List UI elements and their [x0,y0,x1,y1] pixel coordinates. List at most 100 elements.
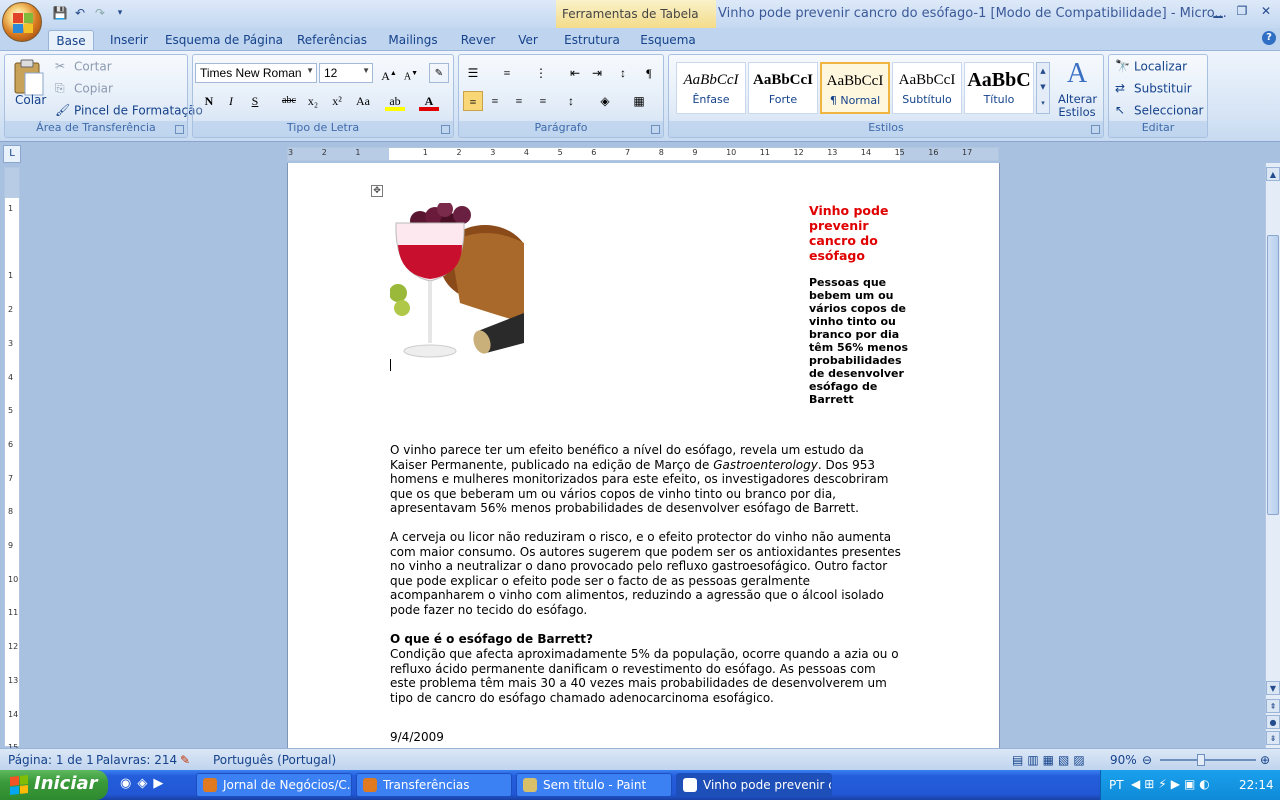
style-normal[interactable]: AaBbCcI ¶ Normal [820,62,890,114]
tray-icons[interactable]: ◀⊞⚡▶▣◐ [1131,777,1214,791]
zoom-slider-thumb[interactable] [1197,754,1205,766]
table-move-handle-icon[interactable]: ✥ [371,185,383,197]
close-button[interactable]: ✕ [1254,4,1278,22]
style-emphasis[interactable]: AaBbCcI Ênfase [676,62,746,114]
style-strong[interactable]: AaBbCcI Forte [748,62,818,114]
align-right-icon[interactable]: ≡ [509,91,529,111]
font-launcher-icon[interactable] [441,125,450,134]
tab-esquema-pagina[interactable]: Esquema de Página [164,30,284,50]
quick-launch-icons[interactable]: ◉◈▶ [120,776,169,791]
format-painter-button[interactable]: 🖌 Pincel de Formatação [55,103,203,119]
vertical-ruler[interactable]: 112345678910111213141516 [4,167,20,786]
styles-scroll[interactable]: ▲ ▼ ▾ [1036,62,1050,114]
align-left-icon[interactable]: ≡ [463,91,483,111]
replace-button[interactable]: ⇄ Substituir [1115,81,1192,97]
clear-format-icon[interactable]: ✎ [429,63,449,83]
style-preview: AaBbCcI [826,73,884,89]
select-button[interactable]: ↖ Seleccionar [1115,103,1203,119]
binoculars-icon: 🔭 [1115,59,1130,73]
bullets-icon[interactable]: ☰ [463,63,483,83]
strikethrough-button[interactable]: abc [279,91,299,111]
styles-launcher-icon[interactable] [1091,125,1100,134]
undo-icon[interactable]: ↶ [72,5,88,21]
bold-button[interactable]: N [199,91,219,111]
underline-button[interactable]: S [245,91,265,111]
zoom-level[interactable]: 90% [1110,753,1137,767]
customize-qat-icon[interactable]: ▾ [112,5,128,21]
zoom-slider[interactable] [1160,759,1256,761]
increase-indent-icon[interactable]: ⇥ [587,63,607,83]
change-styles-button[interactable]: Alterar Estilos [1058,93,1097,119]
horizontal-ruler[interactable]: 3 2 1 1 2 3 4 5 6 7 8 9 10 11 12 13 14 15 16 17 [287,147,999,161]
shrink-font-icon[interactable]: A▼ [401,63,421,83]
numbering-icon[interactable]: ≡ [497,63,517,83]
tab-esquema[interactable]: Esquema [636,30,700,50]
tab-rever[interactable]: Rever [454,30,502,50]
style-preview: AaBbCcI [683,72,739,88]
sort-icon[interactable]: ↕ [613,63,633,83]
zoom-in-icon[interactable]: ⊕ [1260,753,1270,767]
scroll-down-icon[interactable]: ▼ [1266,681,1280,695]
shading-icon[interactable]: ◈ [595,91,615,111]
restore-button[interactable]: ❐ [1230,4,1254,22]
paragraph-launcher-icon[interactable] [651,125,660,134]
find-button[interactable]: 🔭 Localizar [1115,59,1187,75]
format-painter-label: Pincel de Formatação [74,103,203,118]
tab-referencias[interactable]: Referências [292,30,372,50]
task-jornal[interactable]: Jornal de Negócios/C... [196,773,352,797]
font-group: Times New Roman ▼ 12 ▼ A▲ A▼ ✎ N I S abc x… [192,54,454,138]
vertical-scrollbar[interactable]: ▲ ▼ ⇞ ● ⇟ [1265,163,1280,748]
tab-inserir[interactable]: Inserir [104,30,154,50]
tab-selector[interactable]: L [3,145,21,163]
task-word[interactable]: Vinho pode prevenir c... [676,773,832,797]
change-case-button[interactable]: Aa [351,91,375,111]
decrease-indent-icon[interactable]: ⇤ [565,63,585,83]
style-title[interactable]: AaBbC Título [964,62,1034,114]
language-status[interactable]: Português (Portugal) [213,753,336,767]
next-page-icon[interactable]: ⇟ [1266,731,1280,745]
help-icon[interactable]: ? [1262,31,1276,45]
view-buttons-icon[interactable]: ▤▥▦▧▨ [1012,753,1089,767]
borders-icon[interactable]: ▦ [629,91,649,111]
document-page[interactable]: ✥ Vinho pode prevenir cancro do esófago … [287,163,1000,748]
tab-estrutura[interactable]: Estrutura [558,30,626,50]
clipboard-launcher-icon[interactable] [175,125,184,134]
page-count[interactable]: Página: 1 de 1 [8,753,94,767]
cut-button[interactable]: ✂ Cortar [55,59,112,75]
proofing-icon[interactable]: ✎ [180,753,190,767]
tab-base[interactable]: Base [48,30,94,50]
highlight-icon[interactable]: ab [385,91,405,111]
multilevel-list-icon[interactable]: ⋮ [531,63,551,83]
minimize-button[interactable]: ▁ [1206,4,1230,22]
task-transferencias[interactable]: Transferências [356,773,512,797]
show-marks-icon[interactable]: ¶ [639,63,659,83]
style-subtitle[interactable]: AaBbCcI Subtítulo [892,62,962,114]
task-paint[interactable]: Sem título - Paint [516,773,672,797]
font-size-combo[interactable]: 12 ▼ [319,63,373,83]
justify-icon[interactable]: ≡ [533,91,553,111]
subscript-button[interactable]: x₂ [303,91,323,111]
ruler-tick-label: 1 [8,271,14,281]
scroll-thumb[interactable] [1267,235,1279,515]
browse-object-icon[interactable]: ● [1266,715,1280,729]
superscript-button[interactable]: x² [327,91,347,111]
italic-button[interactable]: I [221,91,241,111]
align-center-icon[interactable]: ≡ [485,91,505,111]
word-count[interactable]: Palavras: 214 [96,753,177,767]
save-icon[interactable]: 💾 [52,5,68,21]
paste-button[interactable]: Colar [15,93,46,107]
zoom-out-icon[interactable]: ⊖ [1142,753,1152,767]
previous-page-icon[interactable]: ⇞ [1266,699,1280,713]
font-color-icon[interactable]: A [419,91,439,111]
office-button[interactable] [2,2,42,42]
redo-icon[interactable]: ↷ [92,5,108,21]
font-name-combo[interactable]: Times New Roman ▼ [195,63,317,83]
line-spacing-icon[interactable]: ↕ [561,91,581,111]
clock[interactable]: 22:14 [1239,778,1274,792]
copy-button[interactable]: ⎘ Copiar [55,81,113,97]
tab-ver[interactable]: Ver [510,30,546,50]
scroll-up-icon[interactable]: ▲ [1266,167,1280,181]
tab-mailings[interactable]: Mailings [382,30,444,50]
language-indicator[interactable]: PT [1109,778,1124,792]
grow-font-icon[interactable]: A▲ [379,63,399,83]
